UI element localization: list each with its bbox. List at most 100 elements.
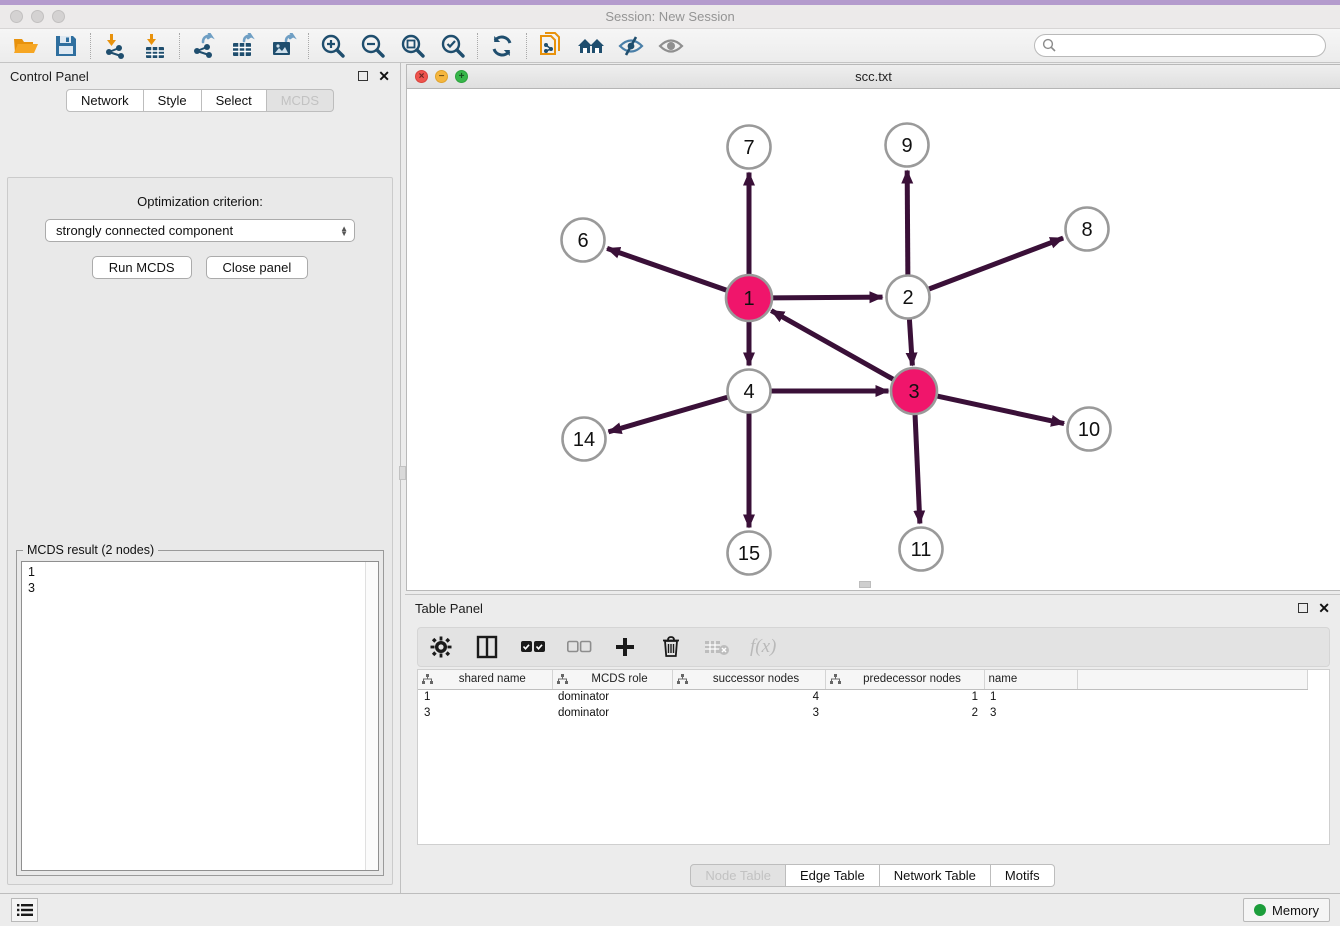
network-node-7[interactable]: 7 [728, 126, 771, 169]
column-header-predecessor-nodes[interactable]: predecessor nodes [825, 670, 984, 689]
cell-name[interactable]: 3 [984, 705, 1077, 721]
cell-successor-nodes[interactable]: 3 [672, 705, 825, 721]
refresh-icon[interactable] [482, 31, 522, 61]
edge-3-1[interactable] [771, 311, 894, 380]
toolbar-separator [477, 33, 478, 59]
delete-icon[interactable] [658, 634, 684, 660]
cell-mcds-role[interactable]: dominator [552, 705, 672, 721]
float-table-panel-icon[interactable] [1298, 603, 1308, 613]
tab-network[interactable]: Network [66, 89, 144, 112]
toolbar-separator [308, 33, 309, 59]
column-header-name[interactable]: name [984, 670, 1077, 689]
statusbar: Memory [0, 893, 1340, 926]
network-canvas[interactable]: 7 9 6 8 1 2 4 3 14 10 15 11 [407, 89, 1340, 590]
edge-2-8[interactable] [929, 238, 1063, 289]
tab-select[interactable]: Select [202, 89, 267, 112]
close-panel-button[interactable]: Close panel [206, 256, 309, 279]
network-node-11[interactable]: 11 [900, 528, 943, 571]
network-view-window: × − + scc.txt 7 9 6 8 1 2 4 3 14 10 15 11 [406, 64, 1340, 591]
show-eye-icon[interactable] [651, 31, 691, 61]
table-row[interactable]: 3dominator323 [418, 705, 1307, 721]
cell-name[interactable]: 1 [984, 689, 1077, 705]
gear-icon[interactable] [428, 634, 454, 660]
edge-3-10[interactable] [936, 396, 1064, 424]
export-network-icon[interactable] [184, 31, 224, 61]
tab-node-table[interactable]: Node Table [690, 864, 786, 887]
cell-predecessor-nodes[interactable]: 1 [825, 689, 984, 705]
mcds-panel-body: Optimization criterion: strongly connect… [7, 177, 393, 885]
network-node-1[interactable]: 1 [726, 275, 772, 321]
import-network-icon[interactable] [95, 31, 135, 61]
export-image-icon[interactable] [264, 31, 304, 61]
column-header-shared-name[interactable]: shared name [418, 670, 552, 689]
edge-2-9[interactable] [907, 170, 908, 274]
export-table-icon[interactable] [224, 31, 264, 61]
network-node-14[interactable]: 14 [563, 418, 606, 461]
edge-1-6[interactable] [607, 248, 728, 290]
open-folder-icon[interactable] [6, 31, 46, 61]
float-panel-icon[interactable] [358, 71, 368, 81]
column-header-successor-nodes[interactable]: successor nodes [672, 670, 825, 689]
criterion-dropdown[interactable]: strongly connected component ▲▼ [45, 219, 355, 242]
edge-2-3[interactable] [909, 319, 912, 365]
zoom-fit-icon[interactable] [393, 31, 433, 61]
tab-style[interactable]: Style [144, 89, 202, 112]
memory-button[interactable]: Memory [1243, 898, 1330, 922]
edge-3-11[interactable] [915, 413, 920, 523]
node-label: 14 [573, 429, 595, 451]
network-resize-grip[interactable] [859, 581, 871, 588]
hide-eye-icon[interactable] [611, 31, 651, 61]
edge-4-14[interactable] [608, 397, 727, 432]
splitter-grip[interactable] [399, 466, 406, 480]
network-node-6[interactable]: 6 [562, 219, 605, 262]
cell-successor-nodes[interactable]: 4 [672, 689, 825, 705]
tab-network-table[interactable]: Network Table [880, 864, 991, 887]
select-all-icon[interactable] [520, 634, 546, 660]
import-table-icon[interactable] [135, 31, 175, 61]
mcds-result-title: MCDS result (2 nodes) [23, 543, 158, 557]
zoom-selected-icon[interactable] [433, 31, 473, 61]
node-label: 6 [577, 230, 588, 252]
cell-predecessor-nodes[interactable]: 2 [825, 705, 984, 721]
search-input[interactable] [1034, 34, 1326, 57]
node-label: 15 [738, 543, 760, 565]
network-window-titlebar[interactable]: × − + scc.txt [407, 65, 1340, 89]
task-history-button[interactable] [11, 898, 38, 922]
network-node-10[interactable]: 10 [1068, 408, 1111, 451]
home-layout-icon[interactable] [571, 31, 611, 61]
network-node-15[interactable]: 15 [728, 532, 771, 575]
network-node-4[interactable]: 4 [728, 370, 771, 413]
save-session-icon[interactable] [46, 31, 86, 61]
table-row[interactable]: 1dominator411 [418, 689, 1307, 705]
cell-shared-name[interactable]: 3 [418, 705, 552, 721]
tab-motifs[interactable]: Motifs [991, 864, 1055, 887]
columns-icon[interactable] [474, 634, 500, 660]
unselect-all-icon[interactable] [566, 634, 592, 660]
add-column-icon[interactable] [612, 634, 638, 660]
node-table[interactable]: shared nameMCDS rolesuccessor nodesprede… [417, 669, 1330, 845]
result-scrollbar[interactable] [365, 562, 378, 870]
zoom-in-icon[interactable] [313, 31, 353, 61]
tab-edge-table[interactable]: Edge Table [786, 864, 880, 887]
network-node-9[interactable]: 9 [886, 124, 929, 167]
delete-table-icon[interactable] [704, 634, 730, 660]
cell-mcds-role[interactable]: dominator [552, 689, 672, 705]
node-label: 11 [911, 539, 932, 561]
clone-network-icon[interactable] [531, 31, 571, 61]
edge-1-2[interactable] [771, 297, 882, 298]
zoom-out-icon[interactable] [353, 31, 393, 61]
run-mcds-button[interactable]: Run MCDS [92, 256, 192, 279]
cell-shared-name[interactable]: 1 [418, 689, 552, 705]
tab-mcds[interactable]: MCDS [267, 89, 334, 112]
network-window-title: scc.txt [407, 69, 1340, 84]
close-panel-icon[interactable]: ✕ [378, 71, 390, 81]
main-toolbar [0, 29, 1340, 63]
mcds-result-list[interactable]: 13 [21, 561, 379, 871]
column-header-mcds-role[interactable]: MCDS role [552, 670, 672, 689]
node-label: 7 [743, 137, 754, 159]
network-node-8[interactable]: 8 [1066, 208, 1109, 251]
close-table-panel-icon[interactable]: ✕ [1318, 603, 1330, 613]
node-label: 1 [743, 288, 754, 310]
network-node-2[interactable]: 2 [887, 276, 930, 319]
network-node-3[interactable]: 3 [891, 368, 937, 414]
